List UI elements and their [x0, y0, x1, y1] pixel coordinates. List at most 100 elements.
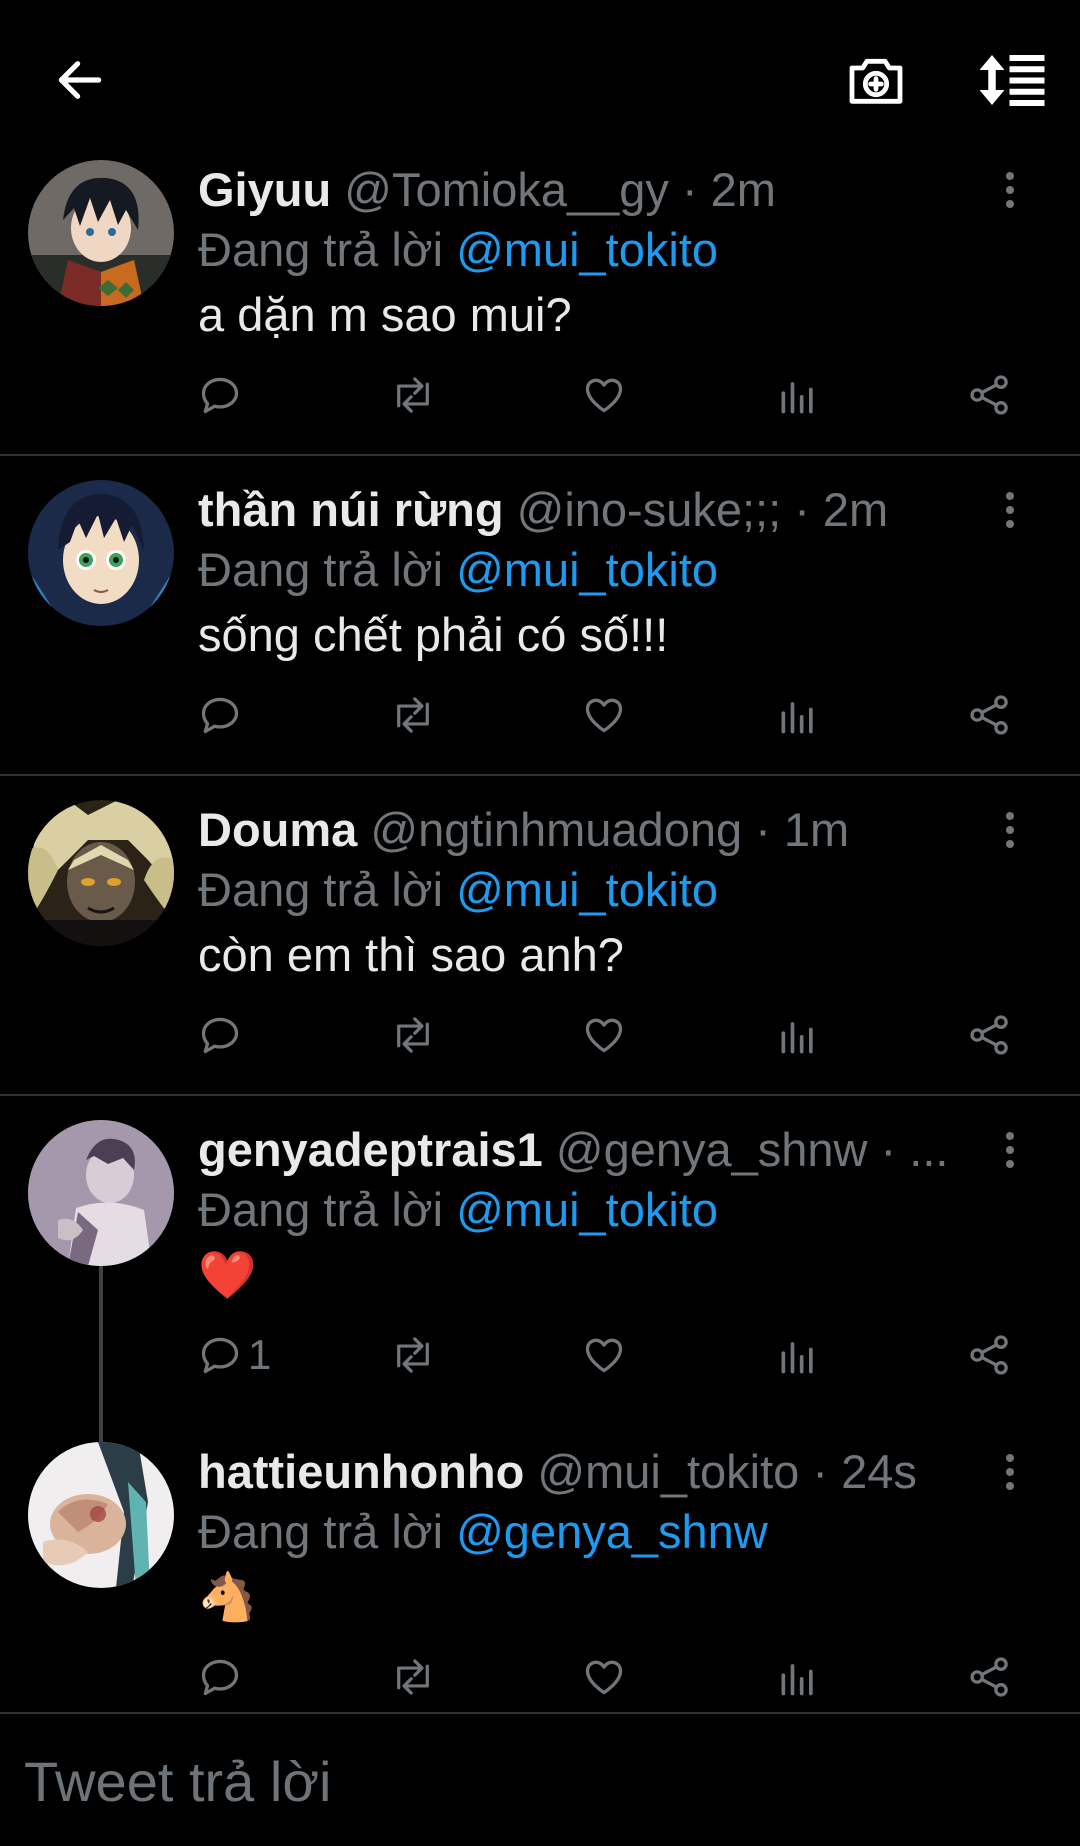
- add-photo-button[interactable]: [836, 40, 916, 120]
- retweet-button[interactable]: [388, 1320, 438, 1390]
- retweet-button[interactable]: [388, 680, 438, 750]
- tweet-header: genyadeptrais1 @genya_shnw · ...: [198, 1120, 970, 1180]
- tweet-text: sống chết phải có số!!!: [198, 608, 669, 661]
- more-options-button[interactable]: [980, 1442, 1040, 1502]
- replying-label: Đang trả lời: [198, 1505, 444, 1558]
- retweet-button[interactable]: [388, 1642, 438, 1712]
- reply-tweet[interactable]: genyadeptrais1 @genya_shnw · ... Đang tr…: [0, 1120, 1080, 1556]
- retweet-button[interactable]: [388, 360, 438, 430]
- top-bar: [0, 0, 1080, 160]
- display-name[interactable]: Douma: [198, 803, 357, 856]
- heart-icon: [585, 1018, 623, 1053]
- arrow-left-icon: [58, 61, 102, 99]
- analytics-button[interactable]: [776, 680, 820, 750]
- action-bar: [198, 680, 1028, 750]
- more-options-button[interactable]: [980, 1120, 1040, 1180]
- more-options-button[interactable]: [980, 160, 1040, 220]
- heart-icon: [585, 378, 623, 413]
- analytics-button[interactable]: [776, 360, 820, 430]
- avatar-image-muichiro: [28, 1442, 174, 1588]
- display-name[interactable]: Giyuu: [198, 163, 331, 216]
- avatar[interactable]: [28, 1120, 174, 1266]
- reply-button[interactable]: 1: [198, 1320, 271, 1390]
- share-button[interactable]: [968, 680, 1012, 750]
- reply-tweet[interactable]: Douma @ngtinhmuadong · 1m Đang trả lời @…: [0, 800, 1080, 1096]
- avatar-image-douma: [28, 800, 174, 946]
- replying-mention-link[interactable]: @mui_tokito: [456, 863, 718, 916]
- share-button[interactable]: [968, 1000, 1012, 1070]
- share-icon: [970, 1015, 1008, 1055]
- reply-tweet[interactable]: thần núi rừng @ino-suke;;; · 2m Đang trả…: [0, 480, 1080, 776]
- tweet-text: còn em thì sao anh?: [198, 928, 624, 981]
- replying-mention-link[interactable]: @mui_tokito: [456, 223, 718, 276]
- like-button[interactable]: [582, 1320, 626, 1390]
- more-vertical-icon: [1006, 812, 1014, 848]
- analytics-icon: [781, 1342, 813, 1374]
- action-bar: [198, 360, 1028, 430]
- action-bar: 1: [198, 1320, 1028, 1390]
- analytics-button[interactable]: [776, 1320, 820, 1390]
- share-button[interactable]: [968, 360, 1012, 430]
- heart-icon: [585, 1338, 623, 1373]
- replying-to: Đang trả lời @mui_tokito: [198, 540, 718, 600]
- action-bar: [198, 1642, 1028, 1712]
- replying-to: Đang trả lời @genya_shnw: [198, 1502, 768, 1562]
- avatar[interactable]: [28, 160, 174, 306]
- retweet-icon: [397, 697, 429, 733]
- replying-mention-link[interactable]: @genya_shnw: [456, 1505, 768, 1558]
- reply-button[interactable]: [198, 1000, 248, 1070]
- replying-label: Đang trả lời: [198, 223, 444, 276]
- display-name[interactable]: thần núi rừng: [198, 483, 504, 536]
- replying-mention-link[interactable]: @mui_tokito: [456, 543, 718, 596]
- reply-button[interactable]: [198, 680, 248, 750]
- handle-time: @Tomioka__gy · 2m: [344, 163, 776, 216]
- retweet-icon: [397, 1337, 429, 1373]
- avatar-image-genya: [28, 1120, 174, 1266]
- display-name[interactable]: hattieunhonho: [198, 1445, 524, 1498]
- like-button[interactable]: [582, 680, 626, 750]
- analytics-icon: [781, 382, 813, 414]
- replying-mention-link[interactable]: @mui_tokito: [456, 1183, 718, 1236]
- more-vertical-icon: [1006, 1454, 1014, 1490]
- avatar-image-giyuu: [28, 160, 174, 306]
- handle-time: @genya_shnw · ...: [555, 1123, 949, 1176]
- like-button[interactable]: [582, 360, 626, 430]
- avatar-image-inosuke: [28, 480, 174, 626]
- sort-list-icon: [979, 55, 1045, 106]
- more-options-button[interactable]: [980, 800, 1040, 860]
- tweet-header: thần núi rừng @ino-suke;;; · 2m: [198, 480, 970, 540]
- avatar[interactable]: [28, 1442, 174, 1588]
- action-bar: [198, 1000, 1028, 1070]
- replying-label: Đang trả lời: [198, 543, 444, 596]
- reply-icon: [201, 1337, 239, 1374]
- avatar[interactable]: [28, 480, 174, 626]
- replying-to: Đang trả lời @mui_tokito: [198, 220, 718, 280]
- reply-icon: [201, 377, 239, 414]
- reply-tweet[interactable]: Giyuu @Tomioka__gy · 2m Đang trả lời @mu…: [0, 160, 1080, 456]
- replying-label: Đang trả lời: [198, 1183, 444, 1236]
- display-name[interactable]: genyadeptrais1: [198, 1123, 543, 1176]
- avatar[interactable]: [28, 800, 174, 946]
- like-button[interactable]: [582, 1000, 626, 1070]
- like-button[interactable]: [582, 1642, 626, 1712]
- replying-label: Đang trả lời: [198, 863, 444, 916]
- retweet-button[interactable]: [388, 1000, 438, 1070]
- analytics-button[interactable]: [776, 1642, 820, 1712]
- analytics-icon: [781, 1022, 813, 1054]
- reply-input[interactable]: [24, 1744, 1024, 1818]
- analytics-button[interactable]: [776, 1000, 820, 1070]
- share-icon: [970, 375, 1008, 415]
- analytics-icon: [781, 702, 813, 734]
- more-options-button[interactable]: [980, 480, 1040, 540]
- back-button[interactable]: [40, 40, 120, 120]
- reply-composer: [0, 1712, 1080, 1846]
- reply-button[interactable]: [198, 1642, 248, 1712]
- reply-button[interactable]: [198, 360, 248, 430]
- share-button[interactable]: [968, 1320, 1012, 1390]
- share-button[interactable]: [968, 1642, 1012, 1712]
- heart-icon: [585, 698, 623, 733]
- reply-tweet[interactable]: hattieunhonho @mui_tokito · 24s Đang trả…: [0, 1442, 1080, 1712]
- replying-to: Đang trả lời @mui_tokito: [198, 860, 718, 920]
- sort-replies-button[interactable]: [972, 40, 1052, 120]
- tweet-text: 🐴: [198, 1570, 257, 1623]
